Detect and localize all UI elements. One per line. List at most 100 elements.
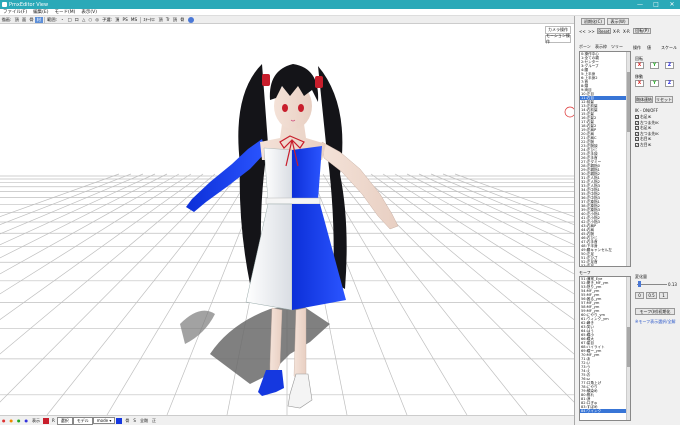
toolbar-item-1[interactable]: 頂	[13, 17, 20, 23]
display-frame-tab[interactable]: 表示枠	[595, 44, 607, 50]
minimize-button[interactable]: —	[632, 0, 648, 9]
move-z-button[interactable]: Z	[665, 80, 674, 87]
color-swatch-red[interactable]	[43, 417, 49, 424]
morph-1-button[interactable]: 1	[659, 292, 668, 299]
menu-item-1[interactable]: 編集(E)	[30, 9, 51, 15]
toolbar-item-8[interactable]: □	[66, 17, 73, 22]
display-button[interactable]: 表示(W)	[607, 18, 629, 25]
motion-mode-button[interactable]: モーション操作	[545, 33, 571, 44]
nav-prev[interactable]: <<	[579, 29, 586, 34]
morph-0-button[interactable]: 0	[635, 292, 644, 299]
morph-list-item[interactable]: 84:ウインク	[580, 409, 630, 413]
3d-viewport[interactable]: カメラ操作 モーション操作	[0, 24, 574, 415]
toolbar-item-7[interactable]: ・	[59, 17, 66, 23]
checkbox[interactable]: ✓	[635, 115, 639, 119]
dress-bodice-blue	[292, 146, 322, 200]
nav-next[interactable]: >>	[588, 29, 595, 34]
select-mode-2[interactable]: モデル	[72, 416, 93, 425]
rotate-x-button[interactable]: X	[635, 62, 644, 69]
tree-tab[interactable]: ツリー	[611, 44, 623, 50]
white-shoe	[287, 373, 313, 409]
toolbar-item-2[interactable]: 面	[20, 17, 27, 23]
status-bar: ● ● ● ● 表示 R 選択 モデル mode ▾ 骨 S 全剛 正	[0, 415, 574, 425]
toolbar-item-22[interactable]: 骨	[179, 17, 186, 23]
morph-slider-thumb[interactable]	[638, 281, 641, 287]
morph-half-button[interactable]: 0.5	[646, 292, 657, 299]
hair-ribbon-left	[262, 74, 270, 86]
toolbar-item-15[interactable]: PS	[121, 17, 129, 22]
morph-list[interactable]: 51:通常_Eye 52:驚き_MF_ym 53:怒り_ym 54:MF_ym 55:M…	[579, 276, 631, 421]
maximize-button[interactable]: □	[648, 0, 664, 9]
toolbar-item-19[interactable]: 頂	[157, 17, 164, 23]
menu-item-3[interactable]: 表示(V)	[78, 9, 100, 15]
checkbox[interactable]: ✓	[635, 120, 639, 125]
right-eye	[298, 104, 304, 112]
left-eye	[282, 104, 288, 112]
toolbar-item-14[interactable]: 頂	[114, 17, 121, 23]
ik-check-row[interactable]: ✓ 左目IK	[635, 142, 651, 148]
toolbar-item-6[interactable]: 範囲:	[46, 17, 59, 23]
scene-canvas[interactable]	[0, 24, 574, 415]
status-dot-orange: ●	[9, 418, 14, 423]
right-leg	[293, 307, 307, 383]
reset-init-button[interactable]: 初期化(C)	[581, 18, 605, 25]
toolbar-item-18[interactable]: ｽﾃｰﾀｽ:	[142, 17, 157, 23]
move-x-button[interactable]: X	[635, 80, 644, 87]
morph-value: 0.13	[668, 282, 677, 287]
belt	[265, 197, 321, 205]
toolbar-item-21[interactable]: 頂	[171, 17, 178, 23]
toolbar-item-13[interactable]: 子選:	[101, 17, 114, 23]
toolbar-item-3[interactable]: 骨	[28, 17, 35, 23]
toolbar-item-11[interactable]: ○	[87, 17, 94, 22]
status-dot-red: ●	[2, 418, 6, 423]
move-y-button[interactable]: Y	[650, 80, 659, 87]
rotate-toggle[interactable]: R	[50, 418, 57, 423]
hair-ribbon-right	[315, 76, 323, 88]
toolbar-item-0[interactable]: 描画:	[0, 17, 13, 23]
toolbar-item-16[interactable]: MS	[129, 17, 138, 22]
mode-dropdown[interactable]: mode ▾	[92, 417, 116, 424]
morph-value-label: 変化量	[635, 274, 647, 279]
rotate-y-button[interactable]: Y	[650, 62, 659, 69]
checkbox[interactable]: ✓	[635, 131, 639, 136]
value-tab[interactable]: 値	[647, 45, 651, 51]
status-dot-blue: ●	[24, 418, 29, 423]
bone-list[interactable]: 0:操作中心 1:全ての親 2:センター 3:グルーブ 4:腰 5:上半身 6:上半身2 7:…	[579, 51, 631, 267]
close-button[interactable]: ✕	[664, 0, 680, 9]
menu-item-2[interactable]: モード(M)	[51, 9, 78, 15]
status-dot-green: ●	[17, 418, 21, 423]
toolbar-item-4[interactable]: 材	[35, 16, 43, 23]
checkbox[interactable]: ✓	[635, 137, 639, 141]
display-label: 表示	[32, 417, 40, 423]
bone-tab[interactable]: ボーン	[579, 44, 591, 50]
menu-item-0[interactable]: ファイル(F)	[0, 9, 30, 15]
checkbox[interactable]: ✓	[635, 142, 639, 147]
window-title: PmxEditor View	[9, 1, 49, 8]
status-extra-2[interactable]: 全剛	[138, 418, 150, 424]
toolbar: 描画: 頂面骨材範囲: ・ □ ロ △ ○ ◎ 子選: 頂 PS MS ｽﾃｰﾀｽ: 頂 Tr 頂骨	[0, 16, 574, 24]
morph-init-button[interactable]: モーフ(材)初期化	[635, 308, 675, 315]
toolbar-item-9[interactable]: ロ	[73, 17, 80, 23]
reset-button[interactable]: リセット	[655, 96, 673, 103]
scale-tab[interactable]: スケール	[661, 45, 677, 51]
morph-note-link[interactable]: ※モーフ表示選択/全解	[635, 319, 675, 325]
nav-xr-1[interactable]: X-R	[613, 29, 620, 34]
status-extra-0[interactable]: 骨	[123, 418, 131, 424]
globe-icon[interactable]	[187, 16, 194, 23]
rotate-z-button[interactable]: Z	[665, 62, 674, 69]
select-mode-1[interactable]: 選択	[56, 416, 73, 425]
toolbar-item-20[interactable]: Tr	[164, 17, 171, 22]
side-panel: 初期化(C) 表示(W) << >> Reset X-R X-R 回転(P) ボ…	[574, 16, 680, 425]
bone-list-item[interactable]: 53:右足	[580, 264, 630, 266]
status-extra-3[interactable]: 正	[150, 418, 158, 424]
nav-xr-2[interactable]: X-R	[623, 29, 630, 34]
toolbar-separator	[43, 16, 45, 23]
rotate-p-button[interactable]: 回転(P)	[633, 28, 651, 34]
op-tab[interactable]: 操作	[633, 45, 641, 51]
toolbar-item-12[interactable]: ◎	[94, 17, 101, 22]
color-swatch-blue[interactable]	[116, 417, 123, 424]
checkbox[interactable]: ✓	[635, 126, 639, 130]
nav-reset-button[interactable]: Reset	[597, 28, 611, 34]
morph-slider-track[interactable]	[637, 284, 667, 285]
rigid-link-button[interactable]: 剛体連結	[635, 96, 653, 103]
